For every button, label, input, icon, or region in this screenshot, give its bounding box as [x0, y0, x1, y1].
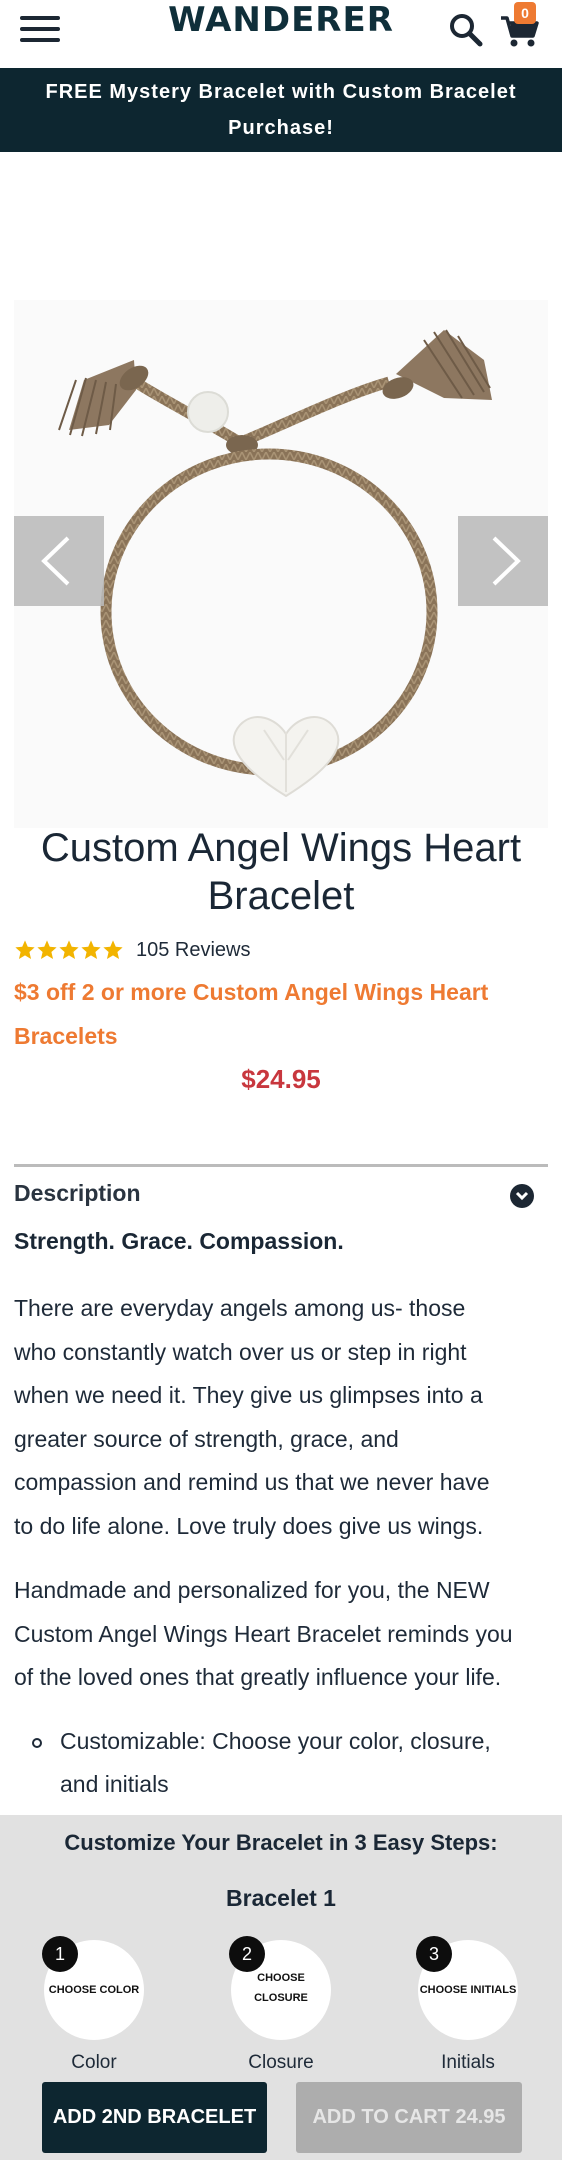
- description-line: to do life alone. Love truly does give u…: [14, 1512, 484, 1539]
- promo-banner-line: Purchase!: [228, 117, 334, 139]
- description-paragraph: Handmade and personalized for you, the N…: [14, 1569, 548, 1700]
- charm-bead: [187, 391, 229, 433]
- description-accordion-header[interactable]: Description: [14, 1174, 548, 1214]
- gallery-prev-button[interactable]: [14, 516, 104, 606]
- description-line: greater source of strength, grace, and: [14, 1425, 399, 1452]
- tassel-left: [58, 360, 149, 437]
- add-second-bracelet-button[interactable]: ADD 2ND BRACELET: [42, 2082, 267, 2153]
- description-line: compassion and remind us that we never h…: [14, 1469, 490, 1495]
- product-title-line: Bracelet: [207, 874, 355, 918]
- product-rating[interactable]: 105 Reviews: [14, 937, 251, 963]
- description-paragraph: There are everyday angels among us- thos…: [14, 1287, 548, 1548]
- star-icon: [37, 940, 57, 959]
- chevron-down-icon[interactable]: [510, 1184, 534, 1208]
- site-header: WANDERER 0: [0, 0, 562, 58]
- product-title-line: Custom Angel Wings Heart: [40, 826, 522, 870]
- description-heading: Description: [14, 1180, 141, 1206]
- tassel-right: [382, 329, 492, 400]
- promo-banner[interactable]: FREE Mystery Bracelet with Custom Bracel…: [0, 68, 562, 152]
- add-to-cart-button[interactable]: ADD TO CART 24.95: [296, 2082, 522, 2153]
- description-line: Handmade and personalized for you, the N…: [14, 1577, 490, 1603]
- step-circle-text: CHOOSE INITIALS: [419, 1984, 517, 1996]
- customize-panel: Customize Your Bracelet in 3 Easy Steps:…: [0, 1815, 562, 2160]
- reviews-count-link[interactable]: 105 Reviews: [136, 939, 251, 962]
- step-label: Closure: [248, 2052, 314, 2073]
- star-icon: [103, 940, 123, 959]
- description-bullet: Customizable: Choose your color, closure…: [14, 1720, 548, 1806]
- step-choose-closure[interactable]: CHOOSE CLOSURE 2 Closure: [229, 1936, 331, 2080]
- step-choose-color[interactable]: CHOOSE COLOR 1 Color: [42, 1936, 144, 2080]
- product-title: Custom Angel Wings Heart Bracelet: [14, 824, 548, 920]
- step-number-badge: 1: [42, 1936, 78, 1972]
- step-number-badge: 2: [229, 1936, 265, 1972]
- multi-buy-promo-link[interactable]: $3 off 2 or more Custom Angel Wings Hear…: [14, 970, 548, 1058]
- description-tagline: Strength. Grace. Compassion.: [14, 1228, 344, 1254]
- customize-title: Customize Your Bracelet in 3 Easy Steps:: [64, 1830, 498, 1855]
- description-line: Custom Angel Wings Heart Bracelet remind…: [14, 1620, 513, 1647]
- step-label: Initials: [441, 2052, 495, 2073]
- star-icon: [81, 940, 101, 959]
- bullet-line: and initials: [60, 1771, 169, 1797]
- description-line: There are everyday angels among us- thos…: [14, 1295, 466, 1321]
- description-line: who constantly watch over us or step in …: [14, 1338, 467, 1365]
- step-choose-initials[interactable]: CHOOSE INITIALS 3 Initials: [416, 1936, 518, 2080]
- step-number-badge: 3: [416, 1936, 452, 1972]
- product-price: $24.95: [241, 1064, 321, 1094]
- chevron-right-icon: [492, 536, 521, 586]
- step-circle-text: CHOOSE COLOR: [48, 1984, 140, 1996]
- star-icon: [59, 940, 79, 959]
- bullet-icon: [32, 1738, 42, 1748]
- search-icon[interactable]: [448, 12, 484, 48]
- chevron-left-icon: [41, 536, 70, 586]
- product-image-gallery[interactable]: [14, 300, 548, 828]
- star-icon: [15, 940, 35, 959]
- step-label: Color: [71, 2052, 117, 2073]
- bullet-line: Customizable: Choose your color, closure…: [60, 1728, 491, 1754]
- description-line: of the loved ones that greatly influence…: [14, 1664, 502, 1690]
- section-divider: [14, 1164, 548, 1167]
- step-circle-text: CLOSURE: [254, 1992, 308, 2004]
- promo-banner-line: FREE Mystery Bracelet with Custom Bracel…: [45, 81, 517, 103]
- cart-count-badge: 0: [514, 2, 536, 24]
- promo-link-line: $3 off 2 or more Custom Angel Wings Hear…: [14, 979, 489, 1005]
- promo-link-line: Bracelets: [14, 1023, 118, 1049]
- gallery-next-button[interactable]: [458, 516, 548, 606]
- step-circle-text: CHOOSE: [257, 1972, 305, 1984]
- description-line: when we need it. They give us glimpses i…: [14, 1382, 483, 1408]
- bracelet-label: Bracelet 1: [226, 1885, 336, 1911]
